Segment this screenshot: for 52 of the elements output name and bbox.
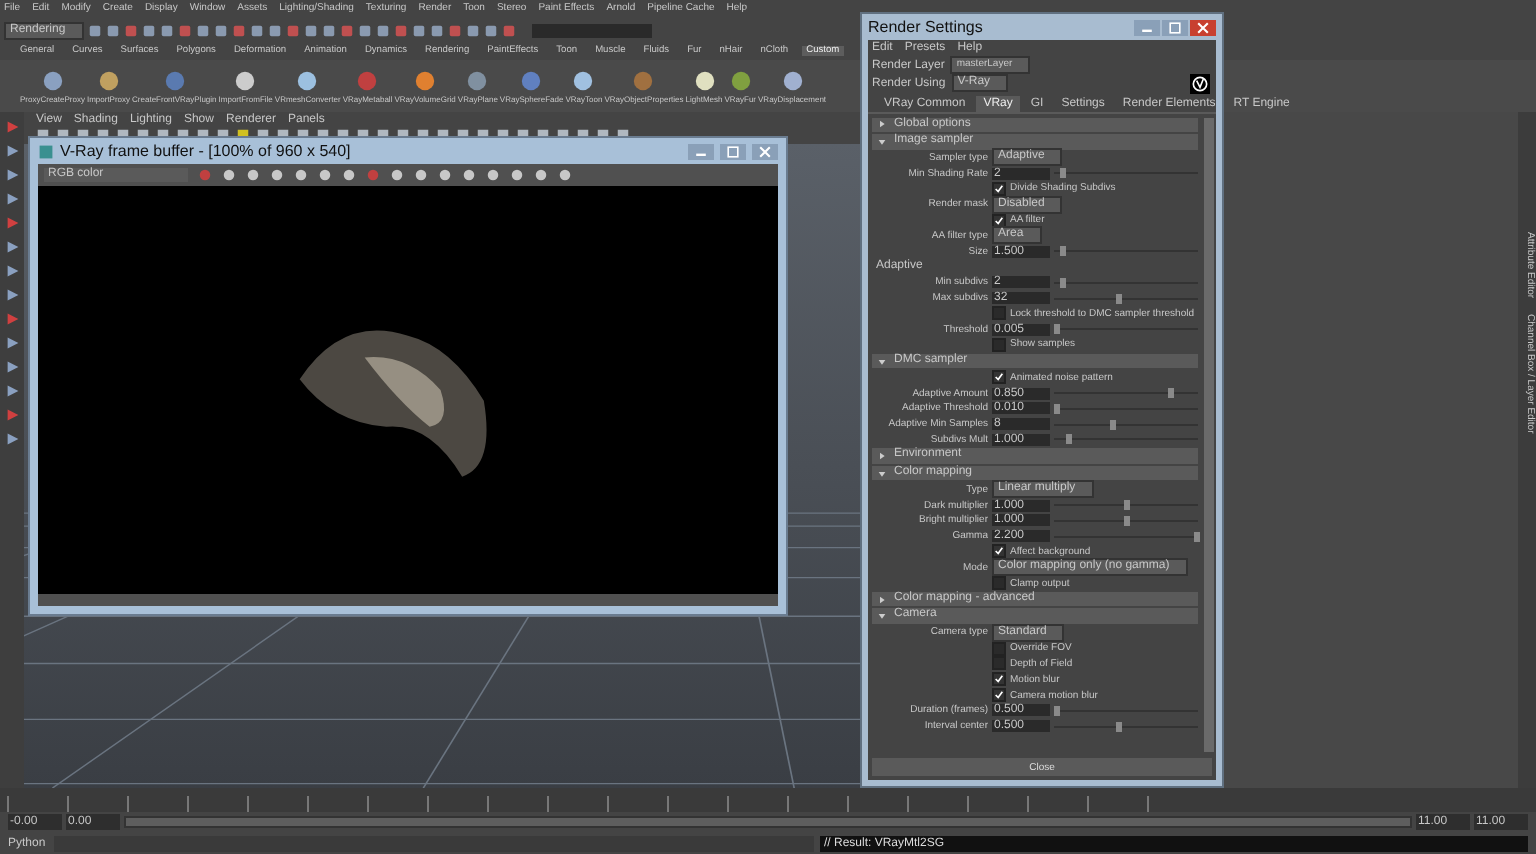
scrollbar[interactable] [1204, 118, 1214, 752]
maximize-icon[interactable] [1162, 19, 1188, 35]
checkbox[interactable] [992, 656, 1006, 671]
expand-icon[interactable] [878, 595, 886, 604]
logo-icon [1190, 73, 1210, 93]
slider-thumb[interactable] [1059, 168, 1066, 179]
tool-icon [97, 69, 120, 91]
slider-thumb[interactable] [1109, 419, 1116, 430]
minimize-icon[interactable] [688, 143, 714, 159]
checkbox[interactable] [992, 672, 1006, 687]
slider-thumb[interactable] [1054, 324, 1061, 335]
checkbox[interactable] [992, 370, 1006, 385]
slider-thumb[interactable] [1167, 388, 1174, 399]
tool-icon [781, 69, 804, 91]
tool-icon [41, 69, 64, 91]
slider-thumb[interactable] [1059, 246, 1066, 257]
slider-thumb[interactable] [1116, 293, 1123, 304]
close-icon[interactable] [752, 143, 778, 159]
slider-thumb[interactable] [1054, 403, 1061, 414]
checkbox[interactable] [992, 576, 1006, 591]
tool-icon [356, 69, 379, 91]
tool-icon [520, 69, 543, 91]
tool-icon [632, 69, 655, 91]
window-title: Render Settings [868, 18, 983, 36]
checkbox[interactable] [992, 181, 1006, 196]
checkbox[interactable] [992, 688, 1006, 702]
tool-icon [729, 69, 752, 91]
slider-thumb[interactable] [1193, 531, 1200, 542]
slider-thumb[interactable] [1059, 277, 1066, 288]
checkbox[interactable] [992, 306, 1006, 321]
slider-thumb[interactable] [1054, 705, 1061, 716]
expand-icon[interactable] [878, 120, 886, 129]
maximize-icon[interactable] [720, 143, 746, 159]
input-field[interactable] [531, 23, 652, 37]
slider-thumb[interactable] [1116, 721, 1123, 732]
tool-icon [296, 69, 319, 91]
slider-thumb[interactable] [1066, 434, 1073, 445]
tool-icon [572, 69, 595, 91]
minimize-icon[interactable] [1134, 19, 1160, 35]
window-title: V-Ray frame buffer - [100% of 960 x 540] [60, 142, 351, 160]
close-icon[interactable] [1190, 19, 1216, 35]
app-icon [38, 143, 54, 159]
tool-icon [414, 69, 437, 91]
checkbox[interactable] [992, 544, 1006, 559]
checkbox[interactable] [992, 337, 1006, 352]
expand-icon[interactable] [878, 452, 886, 461]
tool-icon [163, 69, 186, 91]
tool-icon [693, 69, 715, 91]
slider-thumb[interactable] [1124, 500, 1130, 511]
slider-thumb[interactable] [1124, 515, 1130, 526]
tool-icon [466, 69, 489, 91]
tool-icon [234, 69, 257, 91]
